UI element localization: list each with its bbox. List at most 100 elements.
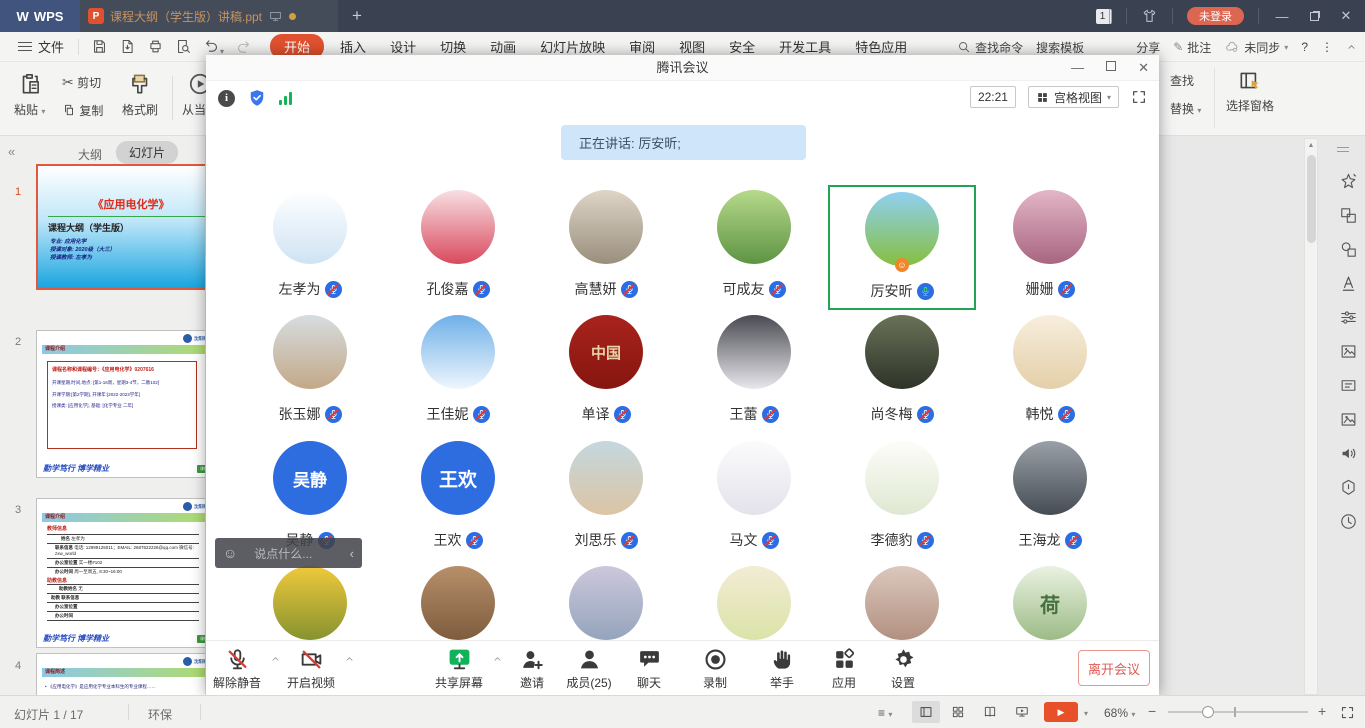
document-tab[interactable]: P 课程大纲（学生版）讲稿.ppt xyxy=(80,0,338,32)
view-reading-button[interactable] xyxy=(976,701,1004,723)
ink-icon[interactable] xyxy=(1339,478,1358,497)
find-command-button[interactable]: 查找命令 xyxy=(957,39,1023,56)
slide-thumbnail-3[interactable]: 沈阳科技学院 课程介绍 教师信息 姓名 左孝为 联系信息 电话: 1299912… xyxy=(36,498,206,648)
help-button[interactable]: ? xyxy=(1301,40,1308,54)
participant-tile[interactable]: 王蕾 xyxy=(680,310,828,435)
slide-thumbnail-4[interactable]: 沈阳科技学院 课程简述 • 《应用电化学》是应用化学专业本科生的专业课程…… xyxy=(36,653,206,695)
file-menu-button[interactable]: 文件 xyxy=(0,37,78,56)
wps-logo[interactable]: WWPS xyxy=(0,0,80,32)
close-button[interactable]: ✕ xyxy=(1337,8,1355,24)
participant-tile[interactable]: 刘思乐 xyxy=(532,436,680,561)
meeting-titlebar[interactable]: 腾讯会议 — ✕ xyxy=(206,55,1159,81)
shapes-icon[interactable] xyxy=(1339,240,1358,259)
participant-tile[interactable]: 孔俊嘉 xyxy=(384,185,532,310)
audio-icon[interactable] xyxy=(1339,444,1358,463)
participant-tile[interactable]: 高慧妍 xyxy=(532,185,680,310)
share-button[interactable]: 分享 xyxy=(1136,39,1160,56)
view-mode-button[interactable]: 宫格视图▾ xyxy=(1028,86,1119,108)
undo-icon[interactable] xyxy=(203,37,220,54)
more-menu-button[interactable]: ⋮ xyxy=(1321,40,1333,54)
save-icon[interactable] xyxy=(91,38,108,55)
slide-thumbnail-2[interactable]: 沈阳科技学院 课程介绍 课程名称和课程编号：《应用电化学》0207616 开课星… xyxy=(36,330,206,478)
picture-icon[interactable] xyxy=(1339,410,1358,429)
meeting-minimize-button[interactable]: — xyxy=(1071,55,1084,81)
participant-tile[interactable]: 张玉娜 xyxy=(236,310,384,435)
zoom-in-button[interactable]: + xyxy=(1318,703,1326,719)
sync-status-button[interactable]: 未同步▾ xyxy=(1224,39,1288,56)
participant-tile[interactable]: 李德豹 xyxy=(828,436,976,561)
meeting-maximize-button[interactable] xyxy=(1106,55,1116,81)
switch-icon[interactable] xyxy=(1339,206,1358,225)
beautify-icon[interactable] xyxy=(1339,172,1358,191)
participant-tile[interactable]: 姗姗 xyxy=(976,185,1124,310)
meeting-tool-camera-off[interactable]: 开启视频 xyxy=(269,647,353,691)
scrollbar-thumb[interactable] xyxy=(1307,155,1316,243)
network-signal-icon[interactable] xyxy=(279,92,292,105)
search-template-button[interactable]: 搜索模板 xyxy=(1036,39,1084,56)
comment-button[interactable]: ✎批注 xyxy=(1173,39,1211,56)
clock-icon[interactable] xyxy=(1339,512,1358,531)
find-button[interactable]: 查找 xyxy=(1170,72,1194,89)
copy-button[interactable]: 复制 xyxy=(62,102,103,119)
zoom-slider-thumb[interactable] xyxy=(1202,706,1214,718)
login-button[interactable]: 未登录 xyxy=(1187,7,1244,25)
notes-button[interactable]: ≡ ▾ xyxy=(878,706,892,720)
participant-tile[interactable]: 左孝为 xyxy=(236,185,384,310)
cut-button[interactable]: ✂ 剪切 xyxy=(62,74,101,91)
meeting-close-button[interactable]: ✕ xyxy=(1138,55,1149,81)
view-sorter-button[interactable] xyxy=(944,701,972,723)
participant-tile[interactable]: 可成友 xyxy=(680,185,828,310)
play-slideshow-button[interactable]: ▶ xyxy=(1044,702,1078,722)
minimize-button[interactable]: — xyxy=(1273,9,1291,24)
print-preview-icon[interactable] xyxy=(175,38,192,55)
wordart-icon[interactable] xyxy=(1339,274,1358,293)
participant-tile[interactable]: 马文 xyxy=(680,436,828,561)
meeting-tool-settings[interactable]: 设置 xyxy=(861,647,945,691)
participant-tile[interactable]: 韩悦 xyxy=(976,310,1124,435)
participant-tile[interactable]: 尚冬梅 xyxy=(828,310,976,435)
zoom-out-button[interactable]: − xyxy=(1148,703,1156,719)
skin-shirt-icon[interactable] xyxy=(1141,8,1158,24)
chat-input-placeholder[interactable]: 说点什么... xyxy=(254,545,332,562)
chat-quick-bar[interactable]: ☺ 说点什么... ‹ xyxy=(215,538,362,568)
collapse-panel-button[interactable]: « xyxy=(8,144,15,159)
participant-tile[interactable]: 王海龙 xyxy=(976,436,1124,561)
redo-icon[interactable] xyxy=(235,38,252,55)
window-count-badge[interactable]: 1 xyxy=(1096,9,1112,24)
restore-button[interactable] xyxy=(1305,9,1323,24)
zoom-level[interactable]: 68% ▾ xyxy=(1104,706,1135,720)
theme-name[interactable]: 环保 xyxy=(148,706,172,723)
collapse-ribbon-button[interactable] xyxy=(1346,43,1357,51)
print-icon[interactable] xyxy=(147,38,164,55)
participant-tile[interactable]: 王欢王欢 xyxy=(384,436,532,561)
fit-screen-button[interactable] xyxy=(1340,705,1355,720)
meeting-tool-screen-share[interactable]: 共享屏幕 xyxy=(417,647,501,691)
slide-thumbnail-1[interactable]: 《应用电化学》 课程大纲（学生版） 专业: 应用化学授课对象: 2020级（大三… xyxy=(36,164,206,290)
play-options-dropdown[interactable]: ▾ xyxy=(1084,709,1088,718)
meeting-fullscreen-icon[interactable] xyxy=(1131,89,1147,105)
paste-button[interactable]: 粘贴 ▾ xyxy=(14,70,45,118)
textbox-icon[interactable] xyxy=(1339,376,1358,395)
new-tab-button[interactable]: + xyxy=(352,6,362,26)
format-painter-button[interactable]: 格式刷 xyxy=(122,70,158,118)
collapse-chat-arrow[interactable]: ‹ xyxy=(350,546,354,561)
view-slideshow-button[interactable] xyxy=(1008,701,1036,723)
tab-slides[interactable]: 幻灯片 xyxy=(116,141,178,164)
tab-outline[interactable]: 大纲 xyxy=(78,146,102,163)
participant-tile[interactable]: ☺厉安昕 xyxy=(828,185,976,310)
properties-icon[interactable] xyxy=(1339,308,1358,327)
zoom-slider-track[interactable] xyxy=(1168,711,1308,713)
leave-meeting-button[interactable]: 离开会议 xyxy=(1078,650,1150,686)
participant-tile[interactable]: 中国单译 xyxy=(532,310,680,435)
security-shield-icon[interactable] xyxy=(247,88,267,108)
export-pdf-icon[interactable] xyxy=(119,38,136,55)
image-adjust-icon[interactable] xyxy=(1339,342,1358,361)
replace-button[interactable]: 替换 ▾ xyxy=(1170,100,1201,117)
vertical-scrollbar[interactable]: ▲ xyxy=(1304,138,1318,695)
participant-tile[interactable]: 王佳妮 xyxy=(384,310,532,435)
view-normal-button[interactable] xyxy=(912,701,940,723)
meeting-tool-mic-off[interactable]: 解除静音 xyxy=(195,647,279,691)
emoji-icon[interactable]: ☺ xyxy=(223,545,237,561)
selection-pane-button[interactable]: 选择窗格 xyxy=(1226,68,1274,114)
meeting-info-icon[interactable]: i xyxy=(218,90,235,107)
